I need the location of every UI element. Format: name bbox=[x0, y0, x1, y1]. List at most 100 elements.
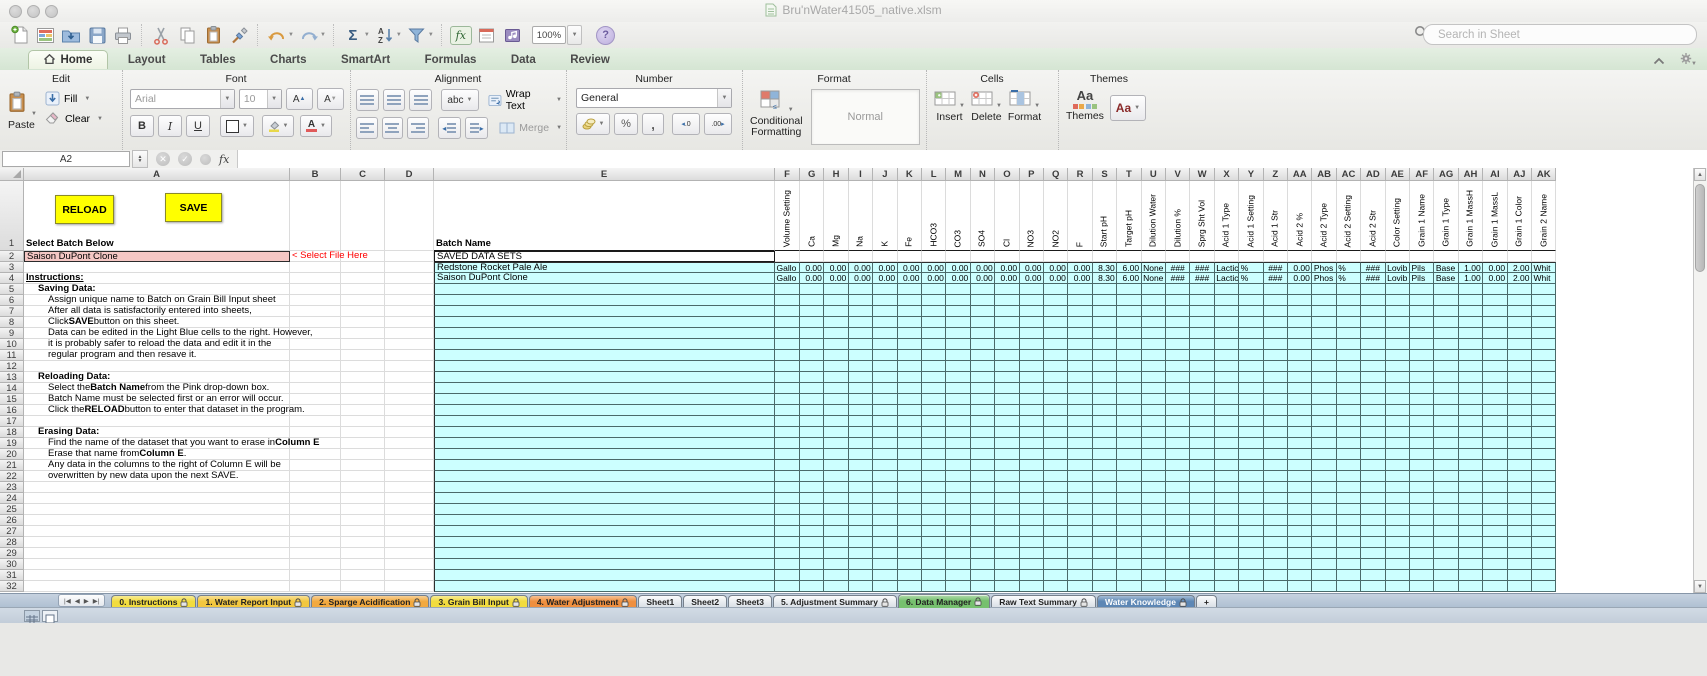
cell-B25[interactable] bbox=[290, 504, 341, 515]
cell-T32[interactable] bbox=[1117, 581, 1142, 592]
cell-I10[interactable] bbox=[848, 339, 874, 350]
cell-J5[interactable] bbox=[873, 284, 898, 295]
cell-D7[interactable] bbox=[385, 306, 434, 317]
cell-AD23[interactable] bbox=[1361, 482, 1386, 493]
cell-Y8[interactable] bbox=[1239, 317, 1264, 328]
cell-V32[interactable] bbox=[1166, 581, 1191, 592]
cell-K4[interactable]: 0.00 bbox=[897, 273, 922, 284]
cell-AB15[interactable] bbox=[1312, 394, 1337, 405]
cell-C6[interactable] bbox=[341, 295, 385, 306]
cell-J24[interactable] bbox=[873, 493, 898, 504]
cell-Z11[interactable] bbox=[1263, 350, 1288, 361]
cell-C26[interactable] bbox=[341, 515, 385, 526]
scroll-down-icon[interactable]: ▼ bbox=[1694, 580, 1706, 593]
cell-U20[interactable] bbox=[1141, 449, 1166, 460]
cell-L22[interactable] bbox=[922, 471, 947, 482]
cell-Q25[interactable] bbox=[1044, 504, 1069, 515]
first-sheet-icon[interactable]: |◀ bbox=[64, 597, 71, 605]
cell-E3[interactable]: Redstone Rocket Pale Ale bbox=[434, 262, 775, 273]
cell-J27[interactable] bbox=[873, 526, 898, 537]
tab-tables[interactable]: Tables bbox=[185, 51, 251, 69]
cell-S29[interactable] bbox=[1092, 548, 1118, 559]
cell-S6[interactable] bbox=[1092, 295, 1118, 306]
cell-N9[interactable] bbox=[970, 328, 996, 339]
row-header-31[interactable]: 31 bbox=[0, 570, 24, 581]
cell-L27[interactable] bbox=[922, 526, 947, 537]
cell-AI25[interactable] bbox=[1483, 504, 1508, 515]
cell-Y5[interactable] bbox=[1239, 284, 1264, 295]
cell-C5[interactable] bbox=[341, 284, 385, 295]
cell-AC25[interactable] bbox=[1336, 504, 1362, 515]
cell-P19[interactable] bbox=[1019, 438, 1044, 449]
cell-T17[interactable] bbox=[1117, 416, 1142, 427]
cell-O31[interactable] bbox=[995, 570, 1020, 581]
cell-O15[interactable] bbox=[995, 394, 1020, 405]
cell-AE21[interactable] bbox=[1385, 460, 1410, 471]
cell-V24[interactable] bbox=[1166, 493, 1191, 504]
cell-AH16[interactable] bbox=[1458, 405, 1484, 416]
fill-button[interactable]: Fill ▼ bbox=[45, 91, 103, 106]
cell-R1[interactable]: F bbox=[1068, 181, 1093, 251]
row-header-2[interactable]: 2 bbox=[0, 251, 24, 262]
cell-D23[interactable] bbox=[385, 482, 434, 493]
wrap-text-button[interactable]: Wrap Text ▼ bbox=[488, 88, 562, 112]
cell-S3[interactable]: 8.30 bbox=[1092, 262, 1118, 273]
cell-A16[interactable]: Click the RELOAD button to enter that da… bbox=[24, 405, 305, 416]
cell-AH17[interactable] bbox=[1458, 416, 1484, 427]
cell-AG28[interactable] bbox=[1434, 537, 1459, 548]
cell-AJ16[interactable] bbox=[1507, 405, 1532, 416]
cell-AF29[interactable] bbox=[1410, 548, 1435, 559]
cell-R14[interactable] bbox=[1068, 383, 1093, 394]
cell-D4[interactable] bbox=[385, 273, 434, 284]
cell-N3[interactable]: 0.00 bbox=[970, 262, 996, 273]
cell-M17[interactable] bbox=[946, 416, 971, 427]
cell-E11[interactable] bbox=[434, 350, 775, 361]
cell-AC22[interactable] bbox=[1336, 471, 1362, 482]
cell-AA16[interactable] bbox=[1288, 405, 1313, 416]
cell-O1[interactable]: Cl bbox=[995, 181, 1020, 251]
column-header-G[interactable]: G bbox=[800, 168, 825, 181]
cell-C10[interactable] bbox=[341, 339, 385, 350]
cell-Q4[interactable]: 0.00 bbox=[1044, 273, 1069, 284]
cell-R2[interactable] bbox=[1068, 251, 1093, 262]
cell-A28[interactable] bbox=[24, 537, 290, 548]
cell-P14[interactable] bbox=[1019, 383, 1044, 394]
cell-C22[interactable] bbox=[341, 471, 385, 482]
cell-O13[interactable] bbox=[995, 372, 1020, 383]
cell-P25[interactable] bbox=[1019, 504, 1044, 515]
row-header-32[interactable]: 32 bbox=[0, 581, 24, 592]
cell-E31[interactable] bbox=[434, 570, 775, 581]
cell-K14[interactable] bbox=[897, 383, 922, 394]
cell-AC29[interactable] bbox=[1336, 548, 1362, 559]
cell-A17[interactable] bbox=[24, 416, 290, 427]
cell-H11[interactable] bbox=[824, 350, 849, 361]
column-header-E[interactable]: E bbox=[434, 168, 775, 181]
cell-X18[interactable] bbox=[1214, 427, 1240, 438]
cell-B20[interactable] bbox=[290, 449, 341, 460]
cell-X19[interactable] bbox=[1214, 438, 1240, 449]
cell-D24[interactable] bbox=[385, 493, 434, 504]
cell-AI27[interactable] bbox=[1483, 526, 1508, 537]
cell-AA4[interactable]: 0.00 bbox=[1288, 273, 1313, 284]
cell-A32[interactable] bbox=[24, 581, 290, 592]
cell-B12[interactable] bbox=[290, 361, 341, 372]
cell-D32[interactable] bbox=[385, 581, 434, 592]
cell-L8[interactable] bbox=[922, 317, 947, 328]
cell-AB7[interactable] bbox=[1312, 306, 1337, 317]
redo-icon[interactable] bbox=[296, 23, 322, 47]
row-header-14[interactable]: 14 bbox=[0, 383, 24, 394]
cell-E26[interactable] bbox=[434, 515, 775, 526]
cell-A25[interactable] bbox=[24, 504, 290, 515]
cell-K5[interactable] bbox=[897, 284, 922, 295]
cell-W18[interactable] bbox=[1190, 427, 1215, 438]
cell-AD4[interactable]: ### bbox=[1361, 273, 1386, 284]
cell-V31[interactable] bbox=[1166, 570, 1191, 581]
cell-AE8[interactable] bbox=[1385, 317, 1410, 328]
cell-Q27[interactable] bbox=[1044, 526, 1069, 537]
cell-X29[interactable] bbox=[1214, 548, 1240, 559]
cell-O18[interactable] bbox=[995, 427, 1020, 438]
cell-AI26[interactable] bbox=[1483, 515, 1508, 526]
cell-U21[interactable] bbox=[1141, 460, 1166, 471]
cell-V22[interactable] bbox=[1166, 471, 1191, 482]
cell-AG22[interactable] bbox=[1434, 471, 1459, 482]
